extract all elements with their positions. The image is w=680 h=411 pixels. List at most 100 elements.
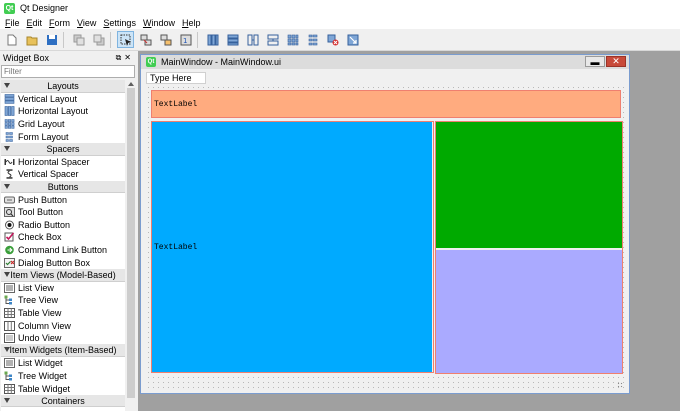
- menu-edit[interactable]: Edit: [27, 18, 43, 28]
- layout-grid-button[interactable]: [284, 31, 301, 48]
- float-icon[interactable]: ⧉: [116, 53, 125, 62]
- menu-file[interactable]: File: [5, 18, 20, 28]
- command-link-icon: [4, 245, 15, 255]
- category-header[interactable]: Layouts: [1, 80, 125, 93]
- edit-widgets-button[interactable]: [117, 31, 134, 48]
- main-toolbar: 1: [0, 29, 680, 51]
- widget-item[interactable]: List View: [1, 282, 125, 295]
- layout-form-button[interactable]: [304, 31, 321, 48]
- edit-buddies-button[interactable]: [157, 31, 174, 48]
- widget-item[interactable]: List Widget: [1, 357, 125, 370]
- tree-widget-icon: [4, 371, 15, 381]
- widget-box-title: Widget Box: [3, 52, 50, 63]
- widget-item-label: Push Button: [18, 194, 68, 205]
- grid-layout-icon: [4, 119, 15, 129]
- menu-help[interactable]: Help: [182, 18, 201, 28]
- list-view-icon: [4, 282, 15, 293]
- layout-vertical-icon: [227, 34, 238, 45]
- widget-item[interactable]: Horizontal Spacer: [1, 156, 125, 169]
- send-to-back-button[interactable]: [70, 31, 87, 48]
- widget-item[interactable]: Tree Widget: [1, 370, 125, 383]
- widget-item-label: Table View: [18, 307, 62, 318]
- menu-window[interactable]: Window: [143, 18, 175, 28]
- widget-item-label: Tree View: [18, 295, 59, 306]
- edit-tab-order-button[interactable]: 1: [177, 31, 194, 48]
- check-box-icon: [4, 232, 15, 242]
- category-header[interactable]: Spacers: [1, 142, 125, 156]
- scroll-up-icon[interactable]: [128, 82, 134, 86]
- widget-item[interactable]: Table Widget: [1, 382, 125, 395]
- form-window-titlebar[interactable]: Qt MainWindow - MainWindow.ui ▬ ✕: [141, 55, 629, 69]
- widget-box-header: Widget Box ⧉✕: [0, 51, 137, 64]
- widget-item[interactable]: Grid Layout: [1, 118, 125, 131]
- text-label-top[interactable]: TextLabel: [151, 90, 621, 118]
- widget-item[interactable]: Horizontal Layout: [1, 105, 125, 118]
- widget-item[interactable]: Command Link Button: [1, 244, 125, 257]
- minimize-button[interactable]: ▬: [585, 56, 605, 67]
- new-form-button[interactable]: [3, 31, 20, 48]
- widget-item[interactable]: Undo View: [1, 332, 125, 345]
- expand-arrow-icon: [4, 183, 10, 189]
- menu-form[interactable]: Form: [49, 18, 70, 28]
- svg-text:1: 1: [183, 37, 187, 45]
- mdi-workspace: Qt MainWindow - MainWindow.ui ▬ ✕ Type H…: [138, 51, 680, 411]
- category-header[interactable]: Containers: [1, 394, 125, 408]
- menu-settings[interactable]: Settings: [103, 18, 136, 28]
- widget-item-label: Tool Button: [18, 207, 64, 218]
- qt-form-icon: Qt: [146, 57, 156, 67]
- widget-item[interactable]: Tool Button: [1, 206, 125, 219]
- close-icon[interactable]: ✕: [124, 53, 134, 62]
- category-header[interactable]: Buttons: [1, 180, 125, 194]
- break-layout-button[interactable]: [324, 31, 341, 48]
- category-header[interactable]: Item Widgets (Item-Based): [1, 344, 125, 358]
- widget-item-label: List View: [18, 282, 54, 293]
- category-label: Item Widgets (Item-Based): [9, 345, 117, 356]
- menu-view[interactable]: View: [77, 18, 96, 28]
- layout-horizontal-button[interactable]: [204, 31, 221, 48]
- layout-grid-icon: [287, 34, 298, 45]
- table-widget-icon: [4, 383, 15, 394]
- widget-item[interactable]: Push Button: [1, 193, 125, 206]
- label-lilac-panel[interactable]: [436, 250, 622, 373]
- resize-grip-icon[interactable]: [617, 382, 623, 388]
- widget-item[interactable]: Radio Button: [1, 219, 125, 232]
- widget-item[interactable]: Check Box: [1, 231, 125, 244]
- bring-to-front-button[interactable]: [90, 31, 107, 48]
- toolbar-separator: [63, 31, 64, 48]
- category-header[interactable]: Item Views (Model-Based): [1, 268, 125, 282]
- widget-item[interactable]: Vertical Spacer: [1, 168, 125, 181]
- widget-item[interactable]: Vertical Layout: [1, 93, 125, 106]
- close-button[interactable]: ✕: [606, 56, 626, 67]
- form-menu-type-here[interactable]: Type Here: [146, 72, 206, 84]
- widget-item-label: Horizontal Layout: [18, 106, 89, 117]
- layout-horizontal-icon: [207, 34, 218, 45]
- layout-h-splitter-button[interactable]: [244, 31, 261, 48]
- open-button[interactable]: [23, 31, 40, 48]
- widget-item[interactable]: Form Layout: [1, 130, 125, 143]
- widget-item[interactable]: Table View: [1, 307, 125, 320]
- form-window[interactable]: Qt MainWindow - MainWindow.ui ▬ ✕ Type H…: [140, 54, 630, 394]
- widget-item[interactable]: Dialog Button Box: [1, 256, 125, 269]
- edit-signals-slots-button[interactable]: [137, 31, 154, 48]
- layout-v-splitter-icon: [267, 34, 278, 45]
- widget-item-label: Check Box: [18, 232, 62, 243]
- category-label: Layouts: [47, 80, 79, 91]
- close-icon: ✕: [612, 56, 620, 66]
- label-green-panel[interactable]: [436, 122, 622, 248]
- undo-view-icon: [4, 333, 15, 344]
- widget-item[interactable]: Tree View: [1, 294, 125, 307]
- form-canvas[interactable]: TextLabel TextLabel: [146, 85, 626, 390]
- scrollbar-thumb[interactable]: [127, 88, 135, 398]
- layout-v-splitter-button[interactable]: [264, 31, 281, 48]
- text-label-left[interactable]: TextLabel: [152, 122, 432, 372]
- tree-view-icon: [4, 295, 15, 305]
- widget-item-label: Grid Layout: [18, 119, 65, 130]
- filter-input[interactable]: [1, 65, 135, 78]
- adjust-size-button[interactable]: [344, 31, 361, 48]
- widget-item-label: Table Widget: [18, 383, 71, 394]
- layout-vertical-button[interactable]: [224, 31, 241, 48]
- widget-list-scrollbar[interactable]: [126, 80, 136, 411]
- edit-tab-order-icon: 1: [180, 34, 191, 45]
- save-button[interactable]: [43, 31, 60, 48]
- widget-item[interactable]: Column View: [1, 319, 125, 332]
